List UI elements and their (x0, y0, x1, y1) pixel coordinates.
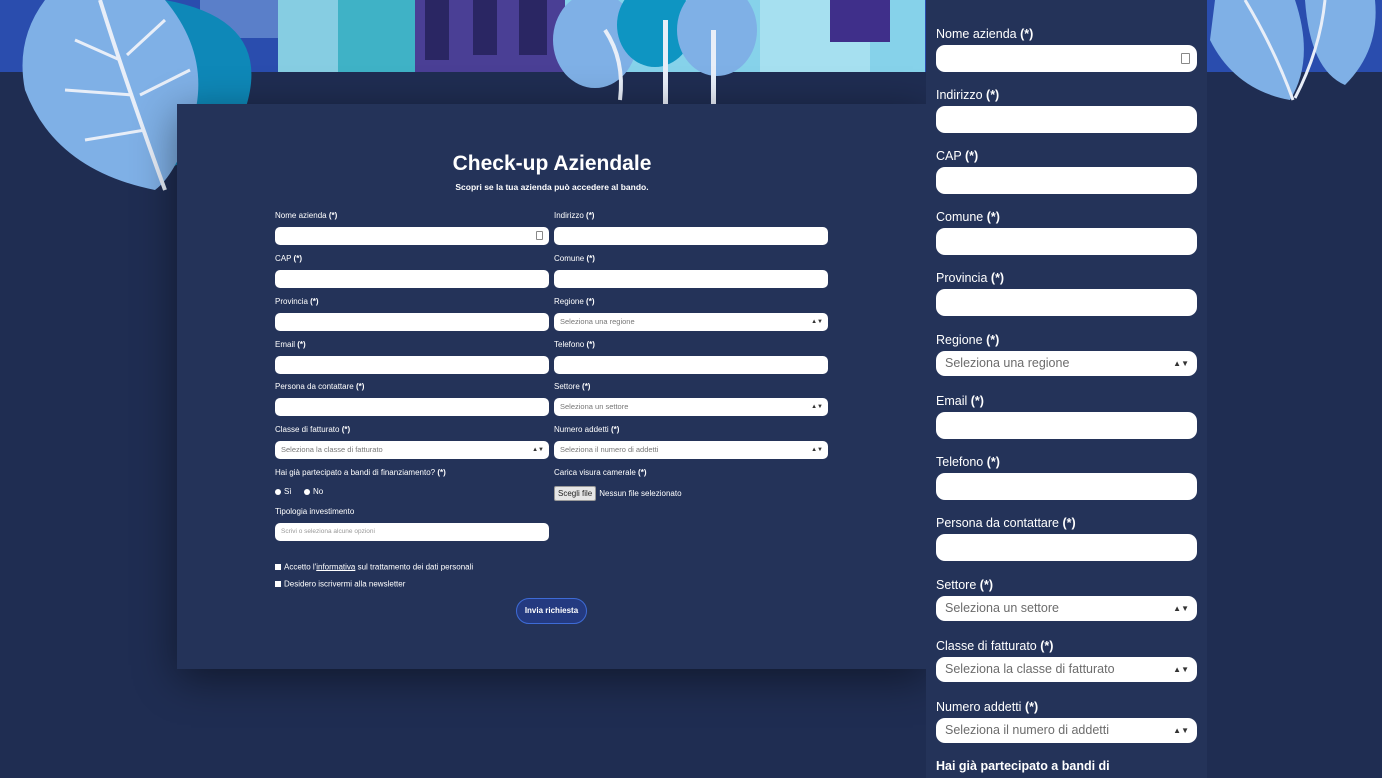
p-indirizzo-input[interactable] (936, 106, 1197, 133)
comune-label: Comune (*) (554, 254, 595, 263)
bandi-label: Hai già partecipato a bandi di finanziam… (275, 468, 446, 477)
up-down-arrows-icon: ▲▼ (532, 447, 544, 453)
building (415, 0, 565, 72)
visura-file-input: Scegli file Nessun file selezionato (554, 483, 682, 501)
p-numero-select[interactable]: Seleziona il numero di addetti ▲▼ (936, 718, 1197, 743)
tipologia-input[interactable]: Scrivi o seleziona alcune opzioni (275, 523, 549, 541)
settore-label: Settore (*) (554, 382, 591, 391)
building (278, 0, 338, 72)
tree-illustration (553, 0, 757, 110)
email-label: Email (*) (275, 340, 306, 349)
newsletter-text: Desidero iscrivermi alla newsletter (284, 579, 406, 589)
informativa-link[interactable]: informativa (316, 562, 355, 571)
cap-input[interactable] (275, 270, 549, 288)
file-status: Nessun file selezionato (599, 489, 682, 498)
p-telefono-label: Telefono (*) (936, 455, 1000, 469)
p-persona-input[interactable] (936, 534, 1197, 561)
up-down-arrows-icon: ▲▼ (1173, 726, 1189, 735)
numero-select[interactable]: Seleziona il numero di addetti ▲▼ (554, 441, 828, 459)
p-email-label: Email (*) (936, 394, 984, 408)
p-nome-azienda-input[interactable] (936, 45, 1197, 72)
up-down-arrows-icon: ▲▼ (1173, 359, 1189, 368)
form-subtitle: Scopri se la tua azienda può accedere al… (455, 182, 649, 192)
p-indirizzo-label: Indirizzo (*) (936, 88, 1000, 102)
p-telefono-input[interactable] (936, 473, 1197, 500)
p-comune-input[interactable] (936, 228, 1197, 255)
tipologia-label: Tipologia investimento (275, 507, 355, 516)
p-settore-label: Settore (*) (936, 578, 993, 592)
newsletter-checkbox-row: Desidero iscrivermi alla newsletter (275, 575, 405, 593)
p-classe-select[interactable]: Seleziona la classe di fatturato ▲▼ (936, 657, 1197, 682)
p-cap-input[interactable] (936, 167, 1197, 194)
up-down-arrows-icon: ▲▼ (811, 319, 823, 325)
numero-label: Numero addetti (*) (554, 425, 620, 434)
p-provincia-label: Provincia (*) (936, 271, 1005, 285)
form-title: Check-up Aziendale (452, 152, 652, 175)
building (830, 0, 890, 42)
radio-yes[interactable] (275, 488, 281, 495)
p-provincia-input[interactable] (936, 289, 1197, 316)
p-comune-label: Comune (*) (936, 210, 1000, 224)
contact-card-icon (536, 231, 543, 240)
telefono-label: Telefono (*) (554, 340, 595, 349)
regione-label: Regione (*) (554, 297, 595, 306)
up-down-arrows-icon: ▲▼ (811, 447, 823, 453)
privacy-checkbox-row: Accetto l'informativa sul trattamento de… (275, 558, 473, 576)
building-window (519, 0, 547, 55)
provincia-label: Provincia (*) (275, 297, 319, 306)
indirizzo-input[interactable] (554, 227, 828, 245)
building-window (425, 0, 449, 60)
mobile-form-panel: Nome azienda (*) Indirizzo (*) CAP (*) C… (926, 0, 1207, 778)
privacy-checkbox[interactable] (275, 563, 281, 570)
leaf-decoration-right (1210, 0, 1376, 101)
newsletter-checkbox[interactable] (275, 580, 281, 587)
comune-input[interactable] (554, 270, 828, 288)
p-settore-select[interactable]: Seleziona un settore ▲▼ (936, 596, 1197, 621)
classe-select[interactable]: Seleziona la classe di fatturato ▲▼ (275, 441, 549, 459)
building-window (473, 0, 497, 55)
classe-label: Classe di fatturato (*) (275, 425, 351, 434)
p-classe-label: Classe di fatturato (*) (936, 639, 1054, 653)
bandi-radio-group: Sì No (275, 483, 331, 501)
p-numero-label: Numero addetti (*) (936, 700, 1039, 714)
telefono-input[interactable] (554, 356, 828, 374)
regione-select[interactable]: Seleziona una regione ▲▼ (554, 313, 828, 331)
p-email-input[interactable] (936, 412, 1197, 439)
nome-azienda-input[interactable] (275, 227, 549, 245)
email-input[interactable] (275, 356, 549, 374)
indirizzo-label: Indirizzo (*) (554, 211, 595, 220)
cap-label: CAP (*) (275, 254, 302, 263)
visura-label: Carica visura camerale (*) (554, 468, 647, 477)
checkup-form-card: Check-up Aziendale Scopri se la tua azie… (177, 104, 927, 669)
persona-input[interactable] (275, 398, 549, 416)
p-nome-azienda-label: Nome azienda (*) (936, 27, 1034, 41)
submit-button[interactable]: Invia richiesta (516, 598, 587, 624)
persona-label: Persona da contattare (*) (275, 382, 365, 391)
p-persona-label: Persona da contattare (*) (936, 516, 1076, 530)
up-down-arrows-icon: ▲▼ (1173, 665, 1189, 674)
p-regione-label: Regione (*) (936, 333, 1000, 347)
radio-yes-label: Sì (284, 487, 292, 497)
up-down-arrows-icon: ▲▼ (1173, 604, 1189, 613)
building (338, 0, 418, 72)
p-bandi-label: Hai già partecipato a bandi di (936, 759, 1110, 773)
choose-file-button[interactable]: Scegli file (554, 486, 597, 501)
p-cap-label: CAP (*) (936, 149, 979, 163)
privacy-text: Accetto l'informativa sul trattamento de… (284, 562, 474, 572)
contact-card-icon (1181, 53, 1190, 64)
radio-no[interactable] (304, 488, 311, 495)
p-regione-select[interactable]: Seleziona una regione ▲▼ (936, 351, 1197, 376)
provincia-input[interactable] (275, 313, 549, 331)
radio-no-label: No (313, 487, 324, 497)
settore-select[interactable]: Seleziona un settore ▲▼ (554, 398, 828, 416)
nome-azienda-label: Nome azienda (*) (275, 211, 338, 220)
up-down-arrows-icon: ▲▼ (811, 404, 823, 410)
